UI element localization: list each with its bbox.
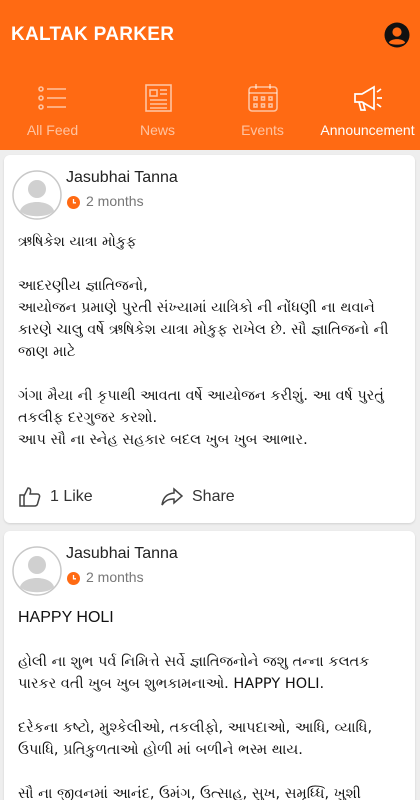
tab-news[interactable]: News — [105, 76, 210, 150]
app-title: KALTAK PARKER — [11, 24, 175, 45]
post-paragraph: HAPPY HOLI — [18, 609, 114, 626]
share-button[interactable]: Share — [160, 481, 235, 513]
tab-label: Announcement — [320, 122, 415, 138]
like-button[interactable]: 1 Like — [18, 481, 93, 513]
clock-icon — [67, 196, 80, 209]
post-actions: 1 Like Share — [4, 481, 415, 513]
tab-label: All Feed — [26, 122, 79, 138]
app-header: KALTAK PARKER All Feed News Events Annou… — [0, 0, 420, 150]
post-author[interactable]: Jasubhai Tanna — [66, 545, 178, 563]
post-card: Jasubhai Tanna 2 months HAPPY HOLI હોલી … — [4, 531, 415, 800]
post-body: HAPPY HOLI હોલી ના શુભ પર્વ નિમિત્તે સર્… — [18, 607, 405, 800]
like-count: 1 Like — [50, 488, 93, 505]
post-body: ઋષિકેશ યાત્રા મોકુફ આદરણીય જ્ઞાતિજનો, આય… — [18, 231, 405, 473]
clock-icon — [67, 572, 80, 585]
tab-all-feed[interactable]: All Feed — [0, 76, 105, 150]
post-paragraph: ઋષિકેશ યાત્રા મોકુફ — [18, 234, 137, 250]
post-paragraph: દરેકના કષ્ટો, મુશ્કેલીઓ, તકલીફો, આપદાઓ, … — [18, 720, 373, 758]
post-paragraph: ગંગા મૈયા ની કૃપાથી આવતા વર્ષે આયોજન કરી… — [18, 388, 384, 448]
avatar — [12, 546, 62, 596]
post-paragraph: આદરણીય જ્ઞાતિજનો, આયોજન પ્રમાણે પુરતી સં… — [18, 278, 389, 360]
profile-icon[interactable] — [384, 22, 410, 48]
tab-label: Events — [241, 122, 284, 138]
share-label: Share — [192, 488, 235, 505]
megaphone-icon — [353, 85, 382, 111]
tab-announcement[interactable]: Announcement — [315, 76, 420, 150]
tab-label: News — [139, 122, 175, 138]
post-time: 2 months — [86, 193, 144, 209]
calendar-icon — [247, 84, 278, 112]
tab-events[interactable]: Events — [210, 76, 315, 150]
thumbs-up-icon — [19, 487, 41, 507]
post-card: Jasubhai Tanna 2 months ઋષિકેશ યાત્રા મો… — [4, 155, 415, 523]
post-time: 2 months — [86, 569, 144, 585]
post-paragraph: હોલી ના શુભ પર્વ નિમિત્તે સર્વે જ્ઞાતિજન… — [18, 654, 370, 692]
tab-bar: All Feed News Events Announcement — [0, 76, 420, 150]
newspaper-icon — [144, 84, 172, 112]
avatar — [12, 170, 62, 220]
share-icon — [161, 487, 184, 506]
post-author[interactable]: Jasubhai Tanna — [66, 169, 178, 187]
list-icon — [37, 86, 66, 110]
post-paragraph: સૌ ના જીવનમાં આનંદ, ઉમંગ, ઉત્સાહ, સુખ, સ… — [18, 786, 361, 800]
